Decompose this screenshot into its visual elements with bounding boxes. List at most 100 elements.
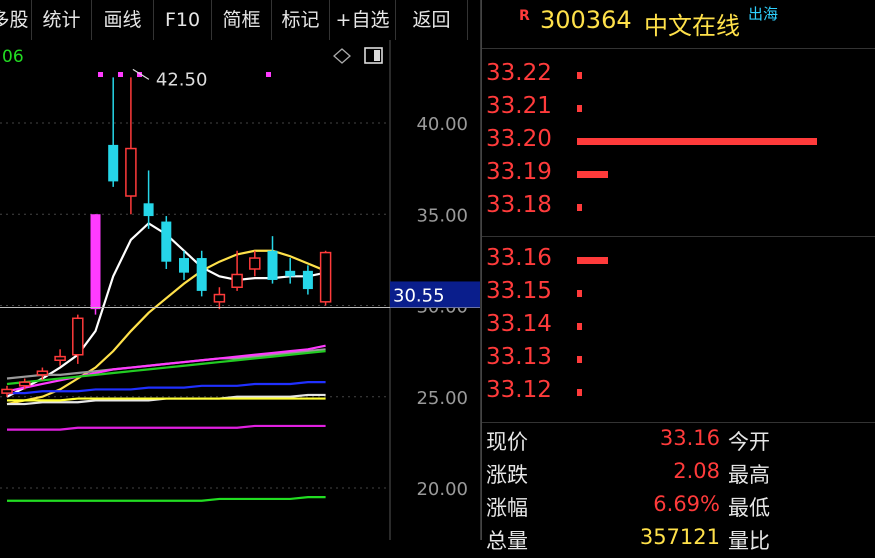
candle-body xyxy=(161,221,172,262)
orderbook-divider xyxy=(482,422,875,423)
bids-volume-bar xyxy=(577,356,582,363)
bids-row[interactable]: 33.14 xyxy=(482,311,875,341)
bids-volume-bar xyxy=(577,290,582,297)
quote-row: 现价 33.16 今开 xyxy=(482,426,875,459)
candle-body xyxy=(196,258,207,291)
asks-price: 33.20 xyxy=(486,126,552,152)
candle-body xyxy=(319,251,332,303)
asks-price: 33.22 xyxy=(486,60,552,86)
candle-body xyxy=(72,317,84,356)
asks-volume-bar xyxy=(577,138,817,145)
quote-right-label: 最低 xyxy=(728,496,770,520)
asks-price: 33.19 xyxy=(486,159,552,185)
quote-value: 357121 xyxy=(639,525,720,549)
asks-row[interactable]: 33.22 xyxy=(482,60,875,90)
max-price-label: 42.50 xyxy=(156,69,208,90)
candle-body xyxy=(285,270,296,277)
bids-price: 33.14 xyxy=(486,311,552,337)
stock-code: 300364 xyxy=(540,6,632,34)
asks-row[interactable]: 33.18 xyxy=(482,192,875,222)
asks-row[interactable]: 33.21 xyxy=(482,93,875,123)
quote-label: 涨跌 xyxy=(486,463,528,487)
quote-row: 涨跌 2.08 最高 xyxy=(482,459,875,492)
y-tick-label: 20.00 xyxy=(416,479,468,500)
asks-volume-bar xyxy=(577,72,582,79)
quote-value: 6.69% xyxy=(653,492,720,516)
bids-volume-bar xyxy=(577,389,582,396)
asks-volume-bar xyxy=(577,204,582,211)
asks-volume-bar xyxy=(577,105,582,112)
bids-row[interactable]: 33.13 xyxy=(482,344,875,374)
corner-label: 06 xyxy=(2,47,24,67)
toolbar-button-0[interactable]: 多股 xyxy=(0,0,32,40)
bids-price: 33.12 xyxy=(486,377,552,403)
financing-badge: R xyxy=(519,8,530,24)
max-annotation-line xyxy=(132,68,150,80)
candle-body xyxy=(90,214,101,310)
toolbar-button-6[interactable]: +自选 xyxy=(330,0,396,40)
candle-body xyxy=(125,147,137,197)
event-marker xyxy=(266,72,271,77)
candle-body xyxy=(213,293,226,303)
y-tick-label: 40.00 xyxy=(416,114,468,135)
bids-price: 33.13 xyxy=(486,344,552,370)
stock-name: 中文在线 xyxy=(644,12,740,40)
quote-label: 总量 xyxy=(486,529,528,553)
bids-row[interactable]: 33.12 xyxy=(482,377,875,407)
current-price-label: 30.55 xyxy=(393,285,445,306)
diamond-icon[interactable] xyxy=(333,48,351,64)
y-tick-label: 35.00 xyxy=(416,205,468,226)
candle-body xyxy=(302,270,313,290)
toolbar-button-3[interactable]: F10 xyxy=(154,0,212,40)
asks-price: 33.21 xyxy=(486,93,552,119)
bids-volume-bar xyxy=(577,257,609,264)
quote-right-label: 今开 xyxy=(728,430,770,454)
toolbar-button-4[interactable]: 简框 xyxy=(212,0,272,40)
ask-bid-divider xyxy=(482,236,875,237)
quote-value: 2.08 xyxy=(673,459,720,483)
candle-body xyxy=(267,250,278,280)
moving-average-line xyxy=(7,496,326,502)
candle-body xyxy=(1,388,13,394)
quote-right-label: 量比 xyxy=(728,529,770,553)
asks-row[interactable]: 33.19 xyxy=(482,159,875,189)
toolbar-button-1[interactable]: 统计 xyxy=(32,0,92,40)
moving-average-line xyxy=(7,381,326,395)
candle-body xyxy=(143,203,154,217)
candle-body xyxy=(231,273,243,289)
candle-body xyxy=(108,144,119,182)
toolbar-button-5[interactable]: 标记 xyxy=(272,0,330,40)
quote-panel: R 300364 中文在线 出海 33.22 33.21 33.20 33.19 33.… xyxy=(481,0,875,553)
chart-toolbar: 多股统计画线F10简框标记+自选返回 xyxy=(0,0,480,40)
bids-volume-bar xyxy=(577,323,582,330)
bids-price: 33.16 xyxy=(486,245,552,271)
asks-volume-bar xyxy=(577,171,609,178)
panel-toggle-icon[interactable] xyxy=(364,47,383,64)
quote-row: 涨幅 6.69% 最低 xyxy=(482,492,875,525)
candle-body xyxy=(54,355,66,362)
asks-row[interactable]: 33.20 xyxy=(482,126,875,156)
quote-label: 涨幅 xyxy=(486,496,528,520)
candle-body xyxy=(249,257,261,270)
toolbar-button-2[interactable]: 画线 xyxy=(92,0,154,40)
candlestick-chart[interactable]: 06 40.0035.0030.0025.0020.0042.5030.55 xyxy=(0,40,480,540)
event-marker xyxy=(98,72,103,77)
candle-body xyxy=(36,370,49,376)
concept-tag[interactable]: 出海 xyxy=(748,3,778,24)
quote-right-label: 最高 xyxy=(728,463,770,487)
chart-canvas: 06 40.0035.0030.0025.0020.0042.5030.55 xyxy=(0,40,480,540)
moving-average-line xyxy=(7,397,326,402)
toolbar-button-7[interactable]: 返回 xyxy=(396,0,468,40)
candle-body xyxy=(18,381,31,387)
asks-price: 33.18 xyxy=(486,192,552,218)
stock-header: R 300364 中文在线 出海 xyxy=(482,0,875,49)
event-marker xyxy=(118,72,123,77)
quote-row: 总量 357121 量比 xyxy=(482,525,875,558)
bids-row[interactable]: 33.15 xyxy=(482,278,875,308)
bids-row[interactable]: 33.16 xyxy=(482,245,875,275)
quote-label: 现价 xyxy=(486,430,528,454)
y-tick-label: 25.00 xyxy=(416,388,468,409)
quote-value: 33.16 xyxy=(659,426,720,450)
candle-body xyxy=(179,258,189,273)
moving-average-line xyxy=(7,424,326,431)
